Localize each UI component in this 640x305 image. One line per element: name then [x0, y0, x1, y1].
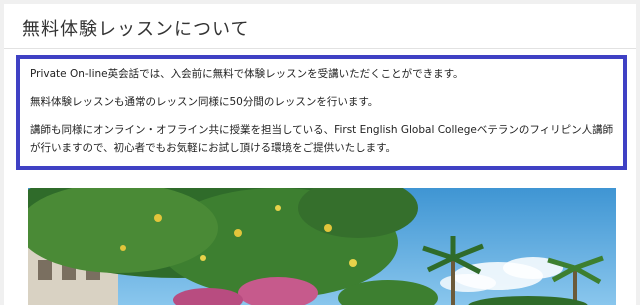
page-title: 無料体験レッスンについて [22, 19, 250, 40]
content-card: 無料体験レッスンについて Private On-line英会話では、入会前に無料… [4, 4, 636, 305]
title-bar: 無料体験レッスンについて [4, 4, 636, 49]
info-paragraph-2: 無料体験レッスンも通常のレッスン同様に50分間のレッスンを行います。 [30, 96, 379, 108]
info-box: Private On-line英会話では、入会前に無料で体験レッスンを受講いただ… [16, 55, 627, 170]
info-paragraph-1: Private On-line英会話では、入会前に無料で体験レッスンを受講いただ… [30, 68, 464, 80]
info-paragraph-3: 講師も同様にオンライン・オフライン共に授業を担当している、First Engli… [30, 124, 614, 154]
campus-photo [28, 188, 616, 305]
